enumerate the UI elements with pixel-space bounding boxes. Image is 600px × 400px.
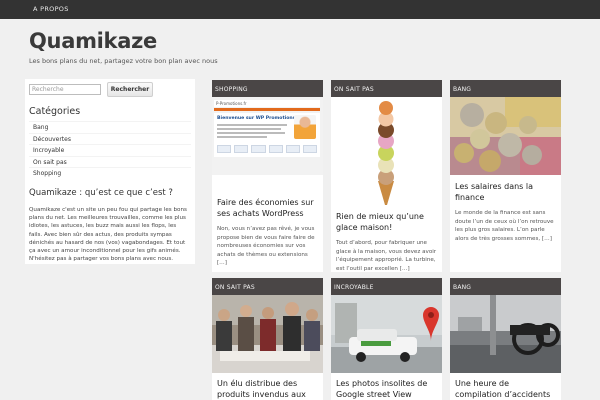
category-link-on-sait-pas[interactable]: On sait pas (29, 155, 191, 168)
thumb-logo-row (217, 145, 318, 153)
thumb-site-header: P-Promotions.fr (214, 100, 320, 107)
about-text: Quamikaze c'est un site un peu fou qui p… (29, 207, 187, 263)
post-thumbnail[interactable] (212, 295, 323, 373)
post-category-label[interactable]: BANG (450, 278, 561, 295)
post-category-label[interactable]: INCROYABLE (331, 278, 442, 295)
sidebar: Rechercher Catégories Bang Découvertes I… (25, 79, 195, 264)
post-card[interactable]: BANG Une heure de compilation d’accident… (450, 278, 561, 400)
post-title[interactable]: Une heure de compilation d’accidents de … (450, 373, 561, 400)
post-title[interactable]: Les salaires dans la finance (450, 175, 561, 203)
motorcycle-accident-image (450, 295, 561, 373)
category-link-shopping[interactable]: Shopping (29, 167, 191, 179)
post-thumbnail[interactable]: P-Promotions.fr Bienvenue sur WP Promoti… (212, 97, 323, 175)
post-thumbnail[interactable] (450, 295, 561, 373)
post-card[interactable]: INCROYABLE Les photos insolites de Googl… (331, 278, 442, 400)
post-thumbnail[interactable] (450, 97, 561, 175)
post-excerpt: Non, vous n’avez pas rêvé, je vous propo… (217, 226, 315, 267)
site-tagline: Les bons plans du net, partagez votre bo… (29, 57, 218, 65)
post-thumbnail[interactable] (331, 295, 442, 373)
post-card[interactable]: ON SAIT PAS Un élu distribue des produit… (212, 278, 323, 400)
category-link-incroyable[interactable]: Incroyable (29, 144, 191, 156)
money-coins-image (450, 97, 561, 175)
about-heading: Quamikaze : qu’est ce que c’est ? (29, 188, 173, 198)
post-category-label[interactable]: BANG (450, 80, 561, 97)
post-title[interactable]: Un élu distribue des produits invendus a… (212, 373, 323, 400)
thumb-page-body: Bienvenue sur WP Promotions! (214, 113, 320, 157)
categories-list: Bang Découvertes Incroyable On sait pas … (29, 121, 191, 179)
thumb-header-text: P-Promotions.fr (216, 101, 247, 106)
post-excerpt: Tout d’abord, pour fabriquer une glace à… (336, 240, 437, 272)
post-category-label[interactable]: ON SAIT PAS (212, 278, 323, 295)
post-title[interactable]: Les photos insolites de Google street Vi… (331, 373, 442, 400)
top-nav-bar: A PROPOS (0, 0, 600, 19)
post-title[interactable]: Faire des économies sur ses achats WordP… (212, 175, 323, 219)
ice-cream-cone-image (378, 101, 394, 205)
thumb-text-line (217, 124, 287, 126)
thumb-text-line (217, 128, 281, 130)
thumb-text-line (217, 132, 285, 134)
post-card[interactable]: ON SAIT PAS Rien de mieux qu’une glace m… (331, 80, 442, 272)
thumb-person-image (294, 115, 316, 139)
category-link-bang[interactable]: Bang (29, 121, 191, 133)
post-thumbnail[interactable] (331, 97, 442, 205)
thumb-text-line (217, 136, 267, 138)
site-title[interactable]: Quamikaze (29, 29, 157, 53)
search-input[interactable] (29, 84, 101, 95)
street-view-car-image (331, 295, 442, 373)
post-category-label[interactable]: SHOPPING (212, 80, 323, 97)
category-link-decouvertes[interactable]: Découvertes (29, 132, 191, 145)
post-category-label[interactable]: ON SAIT PAS (331, 80, 442, 97)
thumb-heading: Bienvenue sur WP Promotions! (217, 116, 298, 121)
thumb-orange-bar (214, 108, 320, 111)
search-button[interactable]: Rechercher (107, 82, 153, 97)
nav-link-a-propos[interactable]: A PROPOS (33, 5, 69, 13)
post-title[interactable]: Rien de mieux qu’une glace maison! (331, 205, 442, 233)
post-excerpt: Le monde de la finance est sans doute l’… (455, 210, 554, 242)
post-card[interactable]: SHOPPING P-Promotions.fr Bienvenue sur W… (212, 80, 323, 272)
categories-heading: Catégories (29, 106, 81, 117)
post-card[interactable]: BANG Les salaires dans la finance Le mon… (450, 80, 561, 272)
crowd-photo-image (212, 295, 323, 373)
